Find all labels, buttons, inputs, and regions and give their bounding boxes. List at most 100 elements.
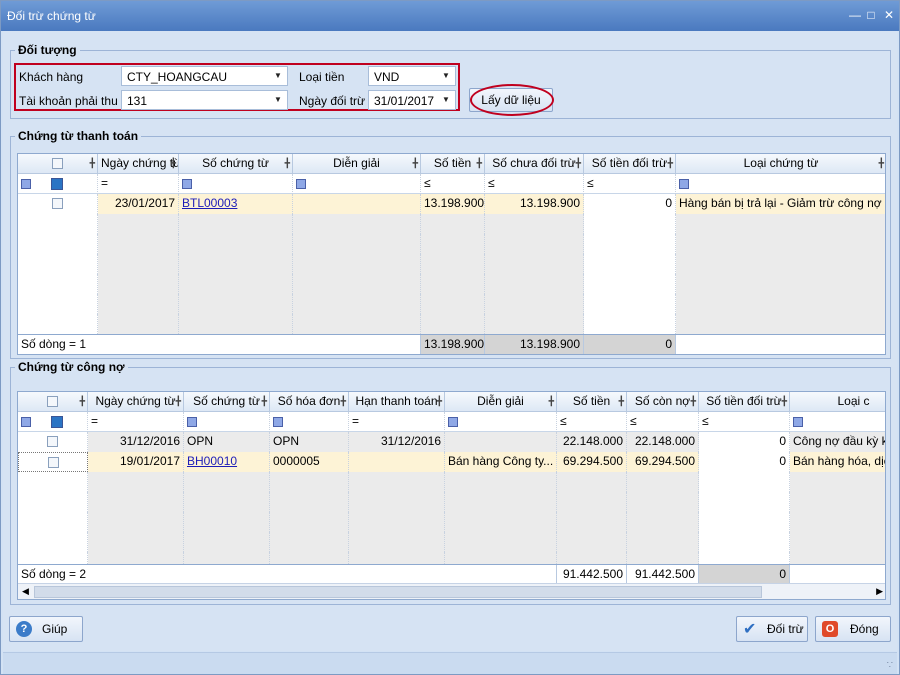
- loai-tien-label: Loại tiền: [299, 70, 345, 84]
- filter-cell[interactable]: ≤: [421, 174, 485, 194]
- row-select[interactable]: [18, 452, 88, 472]
- col-header[interactable]: Diễn giải ╋: [293, 154, 421, 174]
- filter-cell[interactable]: ≤: [699, 412, 790, 432]
- maximize-icon[interactable]: □: [863, 7, 879, 23]
- col-header[interactable]: Số tiền ╋: [557, 392, 627, 412]
- giup-label: Giúp: [42, 622, 68, 636]
- scroll-right-icon[interactable]: ▶: [876, 586, 883, 597]
- close-icon[interactable]: ✕: [881, 7, 897, 23]
- scrollbar-thumb[interactable]: [34, 586, 762, 598]
- empty-row: [18, 552, 885, 572]
- footer-doi-tru: 0: [699, 565, 790, 585]
- col-header[interactable]: Số chứng từ ╋: [179, 154, 293, 174]
- horizontal-scrollbar[interactable]: ◀ ▶: [18, 583, 885, 599]
- filter-cell[interactable]: [179, 174, 293, 194]
- col-header[interactable]: Số chứng từ ╋: [184, 392, 270, 412]
- filter-icon[interactable]: [51, 415, 64, 428]
- filter-icon[interactable]: [51, 177, 64, 190]
- row-select[interactable]: [18, 194, 98, 214]
- filter-cell[interactable]: [676, 174, 885, 194]
- table-row[interactable]: 31/12/2016 OPN OPN 31/12/2016 22.148.000…: [18, 432, 885, 452]
- pin-icon: ╋: [79, 396, 85, 406]
- cell-so-ct[interactable]: BTL00003: [179, 194, 293, 214]
- col-header[interactable]: Loại chứng từ ╋: [676, 154, 885, 174]
- dropdown-arrow-icon[interactable]: ▼: [437, 67, 455, 85]
- col-header-label: Số chưa đối trừ: [492, 156, 576, 170]
- filter-icon[interactable]: [187, 416, 197, 427]
- filter-cell[interactable]: [184, 412, 270, 432]
- so-chung-tu-link[interactable]: BH00010: [187, 454, 237, 468]
- col-header[interactable]: Số tiền đối trừ ╋: [584, 154, 676, 174]
- cell-so-doi-tru[interactable]: 0: [584, 194, 676, 214]
- calendar-dropdown-icon[interactable]: ▼: [437, 91, 455, 109]
- col-header[interactable]: Ngày chứng từ ╋: [88, 392, 184, 412]
- filter-icon[interactable]: [21, 178, 31, 189]
- filter-icon[interactable]: [679, 178, 689, 189]
- filter-cell[interactable]: ≤: [627, 412, 699, 432]
- doi-tru-button[interactable]: ✔ Đối trừ: [736, 616, 808, 642]
- select-all-header[interactable]: ╋: [18, 392, 88, 412]
- table-row[interactable]: 23/01/2017 BTL00003 13.198.900 13.198.90…: [18, 194, 885, 214]
- checkbox-icon[interactable]: [52, 198, 63, 210]
- cell-doi-tru[interactable]: 0: [699, 452, 790, 472]
- checkbox-icon[interactable]: [47, 436, 58, 448]
- filter-cell[interactable]: ≤: [584, 174, 676, 194]
- filter-cell[interactable]: ≤: [485, 174, 584, 194]
- filter-operator: =: [352, 414, 360, 428]
- col-header[interactable]: Số còn nợ ╋: [627, 392, 699, 412]
- filter-cell[interactable]: [445, 412, 557, 432]
- filter-cell[interactable]: [270, 412, 349, 432]
- loai-tien-combo[interactable]: VND ▼: [368, 66, 456, 86]
- cell-so-ct: OPN: [184, 432, 270, 452]
- col-header-label: Số hóa đơn: [277, 394, 341, 408]
- col-header[interactable]: Số tiền đối trừ ╋: [699, 392, 790, 412]
- checkbox-icon[interactable]: [47, 396, 58, 408]
- filter-cell[interactable]: =: [88, 412, 184, 432]
- resize-grip-icon[interactable]: ∵: [887, 660, 893, 671]
- cell-doi-tru[interactable]: 0: [699, 432, 790, 452]
- col-header[interactable]: Số tiền ╋: [421, 154, 485, 174]
- checkbox-icon[interactable]: [52, 158, 63, 170]
- filter-icon[interactable]: [21, 416, 31, 427]
- filter-cell[interactable]: =: [98, 174, 179, 194]
- col-header[interactable]: Số chưa đối trừ ╋: [485, 154, 584, 174]
- ngay-doi-tru-date[interactable]: 31/01/2017 ▼: [368, 90, 456, 110]
- filter-cell[interactable]: [293, 174, 421, 194]
- filter-icon[interactable]: [793, 416, 803, 427]
- filter-cell[interactable]: [790, 412, 885, 432]
- col-header[interactable]: Diễn giải ╋: [445, 392, 557, 412]
- col-header[interactable]: Ngày chứng từ ╋: [98, 154, 179, 174]
- dong-button[interactable]: O Đóng: [815, 616, 891, 642]
- filter-cell[interactable]: ≤: [557, 412, 627, 432]
- dropdown-arrow-icon[interactable]: ▼: [269, 67, 287, 85]
- filter-icon[interactable]: [182, 178, 192, 189]
- ngay-doi-tru-value: 31/01/2017: [374, 94, 435, 108]
- pin-icon: ╋: [476, 158, 482, 168]
- filter-icon[interactable]: [296, 178, 306, 189]
- filter-cell[interactable]: =: [349, 412, 445, 432]
- ngay-doi-tru-label: Ngày đối trừ: [299, 94, 366, 108]
- khach-hang-combo[interactable]: CTY_HOANGCAU ▼: [121, 66, 288, 86]
- col-header[interactable]: Số hóa đơn ╋: [270, 392, 349, 412]
- cell-han: 31/12/2016: [349, 432, 445, 452]
- select-all-header[interactable]: ╋: [18, 154, 98, 174]
- checkbox-icon[interactable]: [47, 457, 59, 469]
- filter-icon[interactable]: [273, 416, 283, 427]
- khach-hang-value: CTY_HOANGCAU: [127, 70, 228, 84]
- dropdown-arrow-icon[interactable]: ▼: [269, 91, 287, 109]
- giup-button[interactable]: ? Giúp: [9, 616, 83, 642]
- filter-icon[interactable]: [448, 416, 458, 427]
- filter-selector[interactable]: [18, 174, 98, 194]
- col-header[interactable]: Hạn thanh toán ╋: [349, 392, 445, 412]
- tai-khoan-combo[interactable]: 131 ▼: [121, 90, 288, 110]
- col-header[interactable]: Loại c: [790, 392, 885, 412]
- minimize-icon[interactable]: —: [847, 7, 863, 23]
- col-header-label: Số còn nợ: [634, 394, 691, 408]
- filter-selector[interactable]: [18, 412, 88, 432]
- doi-tuong-legend: Đối tượng: [18, 43, 77, 57]
- so-chung-tu-link[interactable]: BTL00003: [182, 196, 237, 210]
- table-row[interactable]: 19/01/2017 BH00010 0000005 Bán hàng Công…: [18, 452, 885, 472]
- scroll-left-icon[interactable]: ◀: [22, 586, 29, 597]
- cell-so-ct[interactable]: BH00010: [184, 452, 270, 472]
- row-select[interactable]: [18, 432, 88, 452]
